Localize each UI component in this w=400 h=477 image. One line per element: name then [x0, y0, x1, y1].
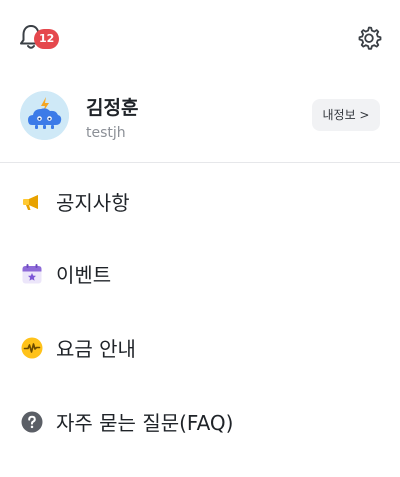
menu-item-faq[interactable]: 자주 묻는 질문(FAQ) [0, 391, 400, 453]
menu-item-event[interactable]: 이벤트 [0, 243, 400, 305]
top-bar: 12 [0, 0, 400, 76]
my-info-button[interactable]: 내정보 > [312, 99, 380, 131]
gear-icon[interactable] [355, 24, 383, 52]
divider [0, 162, 400, 163]
megaphone-icon [23, 195, 38, 210]
robot-cloud-avatar-icon [20, 91, 69, 140]
menu-item-label: 공지사항 [56, 191, 130, 215]
menu-item-label: 요금 안내 [56, 337, 136, 361]
menu-item-pricing[interactable]: 요금 안내 [0, 317, 400, 379]
pulse-coin-icon [21, 337, 43, 359]
menu-item-label: 이벤트 [56, 263, 112, 287]
calendar-star-icon [22, 264, 42, 284]
menu-item-notice[interactable]: 공지사항 [0, 171, 400, 233]
notification-badge: 12 [34, 29, 60, 49]
user-id: testjh [86, 125, 126, 141]
avatar[interactable] [20, 91, 69, 140]
menu-item-label: 자주 묻는 질문(FAQ) [56, 411, 234, 435]
profile-section: 김정훈 testjh 내정보 > [0, 76, 400, 162]
question-circle-icon [21, 411, 43, 433]
user-name: 김정훈 [86, 97, 139, 119]
